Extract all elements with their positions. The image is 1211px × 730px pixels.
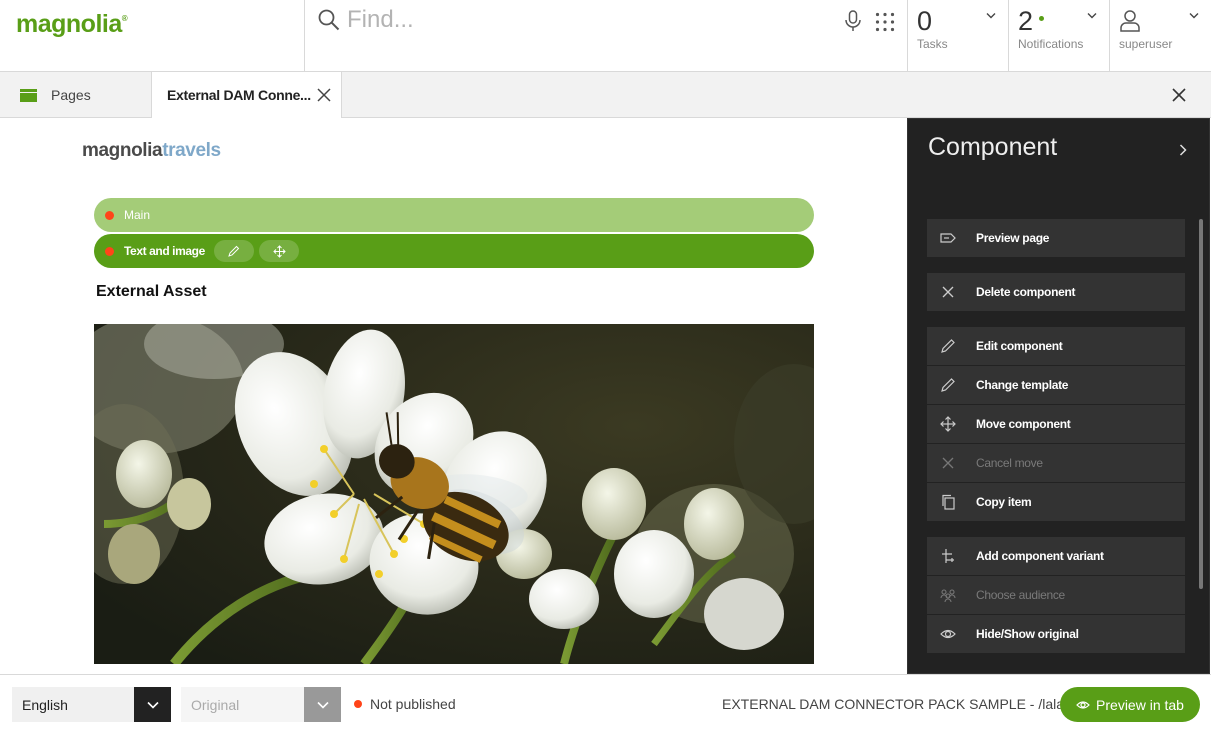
- search-input[interactable]: [347, 4, 827, 36]
- close-tab-icon[interactable]: [317, 88, 331, 102]
- pencil-icon: [228, 245, 240, 257]
- unpublished-dot: [105, 247, 114, 256]
- copy-icon: [942, 494, 955, 510]
- asset-title: External Asset: [96, 283, 207, 300]
- user-menu[interactable]: superuser: [1109, 0, 1211, 72]
- status-dot: [354, 700, 362, 708]
- language-select[interactable]: English: [12, 687, 171, 722]
- component-bar-text-and-image[interactable]: Text and image: [94, 234, 814, 268]
- panel-title: Component: [928, 133, 1058, 161]
- editor-footer: English Original Not published EXTERNAL …: [0, 674, 1211, 730]
- action-move-component[interactable]: Move component: [927, 405, 1185, 443]
- magnolia-logo[interactable]: magnolia®: [16, 10, 128, 39]
- search-area: [305, 0, 907, 72]
- asset-image: [94, 324, 814, 664]
- top-bar: magnolia® 0 Tasks 2 Notifications: [0, 0, 1211, 72]
- action-hide-show-original[interactable]: Hide/Show original: [927, 615, 1185, 653]
- tasks-label: Tasks: [917, 37, 948, 51]
- logo-area: magnolia®: [0, 0, 305, 72]
- action-preview-page[interactable]: Preview page: [927, 219, 1185, 257]
- move-icon: [272, 244, 286, 258]
- status-label: Not published: [370, 696, 456, 712]
- user-icon: [1120, 10, 1140, 32]
- preview-icon: [940, 233, 956, 243]
- variant-icon: [942, 549, 954, 563]
- move-component-button[interactable]: [259, 240, 299, 262]
- search-icon: [318, 9, 340, 31]
- action-copy-item[interactable]: Copy item: [927, 483, 1185, 521]
- version-dropdown-toggle[interactable]: [304, 687, 341, 722]
- version-value: Original: [191, 696, 240, 713]
- notifications-count: 2: [1018, 6, 1034, 36]
- chevron-down-icon: [146, 701, 159, 709]
- action-add-component-variant[interactable]: Add component variant: [927, 537, 1185, 575]
- panel-scrollbar[interactable]: [1199, 219, 1203, 589]
- chevron-right-icon[interactable]: [1179, 144, 1187, 156]
- pages-app-icon: [20, 88, 37, 102]
- area-label: Main: [124, 208, 151, 222]
- action-delete-component[interactable]: Delete component: [927, 273, 1185, 311]
- chevron-down-icon: [316, 701, 329, 709]
- version-select[interactable]: Original: [181, 687, 341, 722]
- action-edit-component[interactable]: Edit component: [927, 327, 1185, 365]
- eye-icon: [940, 629, 956, 639]
- pencil-icon: [941, 339, 955, 353]
- component-label: Text and image: [124, 244, 205, 258]
- page-path: EXTERNAL DAM CONNECTOR PACK SAMPLE - /la…: [722, 696, 1065, 712]
- tasks-count: 0: [917, 6, 933, 36]
- preview-in-tab-button[interactable]: Preview in tab: [1060, 687, 1200, 722]
- tab-external-dam-connector[interactable]: External DAM Conne...: [152, 72, 342, 119]
- chevron-down-icon: [1087, 13, 1097, 19]
- username-label: superuser: [1119, 37, 1173, 51]
- action-change-template[interactable]: Change template: [927, 366, 1185, 404]
- close-app-icon[interactable]: [1172, 88, 1186, 102]
- publication-status: Not published: [354, 696, 456, 712]
- notifications-label: Notifications: [1018, 37, 1084, 51]
- preview-button-label: Preview in tab: [1096, 696, 1184, 713]
- language-value: English: [22, 696, 68, 713]
- microphone-icon[interactable]: [843, 10, 863, 32]
- component-action-panel: Component Preview page Delete component …: [907, 118, 1210, 674]
- tab-bar: Pages External DAM Conne...: [0, 72, 1211, 119]
- close-icon: [942, 286, 954, 298]
- eye-icon: [1076, 700, 1090, 709]
- move-icon: [940, 416, 956, 432]
- bee-flower-photo: [94, 324, 814, 664]
- action-choose-audience: Choose audience: [927, 576, 1185, 614]
- chevron-down-icon: [1189, 13, 1199, 19]
- close-icon: [942, 457, 954, 469]
- audience-icon: [940, 589, 956, 603]
- app-launcher-icon[interactable]: [875, 12, 895, 32]
- pencil-icon: [941, 378, 955, 392]
- tasks-indicator[interactable]: 0 Tasks: [907, 0, 1008, 72]
- page-editor: magnoliatravels Main Text and image Exte…: [0, 118, 907, 674]
- area-bar-main[interactable]: Main: [94, 198, 814, 232]
- tab-pages-label: Pages: [51, 87, 91, 103]
- site-logo: magnoliatravels: [82, 140, 221, 161]
- tab-active-label: External DAM Conne...: [167, 87, 311, 103]
- tab-pages[interactable]: Pages: [0, 72, 152, 118]
- language-dropdown-toggle[interactable]: [134, 687, 171, 722]
- notification-dot: [1039, 16, 1044, 21]
- edit-component-button[interactable]: [214, 240, 254, 262]
- chevron-down-icon: [986, 13, 996, 19]
- notifications-indicator[interactable]: 2 Notifications: [1008, 0, 1109, 72]
- action-cancel-move: Cancel move: [927, 444, 1185, 482]
- unpublished-dot: [105, 211, 114, 220]
